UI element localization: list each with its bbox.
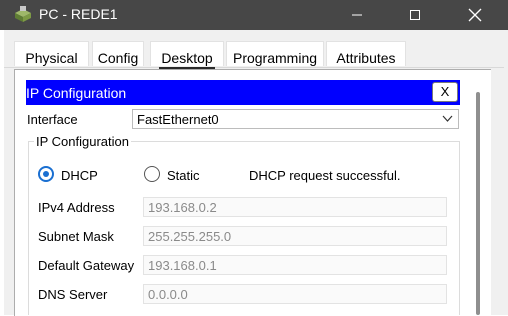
tab-desktop[interactable]: Desktop [150, 41, 224, 69]
dhcp-radio[interactable] [38, 166, 54, 182]
cisco-pc-icon [15, 6, 31, 22]
dhcp-label[interactable]: DHCP [61, 168, 98, 183]
tab-physical[interactable]: Physical [14, 41, 89, 66]
maximize-button[interactable] [392, 0, 438, 30]
ipv4-address-field[interactable]: 193.168.0.2 [143, 197, 447, 217]
subnet-mask-field[interactable]: 255.255.255.0 [143, 226, 447, 246]
default-gateway-label: Default Gateway [38, 258, 135, 273]
tab-attributes[interactable]: Attributes [326, 41, 406, 66]
ipv4-address-label: IPv4 Address [38, 200, 115, 215]
tab-config[interactable]: Config [92, 41, 144, 66]
dns-server-label: DNS Server [38, 287, 108, 302]
ip-config-title: IP Configuration [26, 85, 127, 101]
static-label[interactable]: Static [167, 168, 200, 183]
dns-server-value: 0.0.0.0 [148, 287, 188, 302]
window-title: PC - REDE1 [39, 6, 118, 22]
default-gateway-field[interactable]: 193.168.0.1 [143, 255, 447, 275]
title-bar: PC - REDE1 [0, 0, 508, 30]
tab-strip: Physical Config Desktop Programming Attr… [4, 41, 504, 69]
dns-server-field[interactable]: 0.0.0.0 [143, 284, 447, 304]
subnet-mask-label: Subnet Mask [38, 229, 114, 244]
tab-programming[interactable]: Programming [226, 41, 324, 66]
ip-config-group-title: IP Configuration [34, 134, 131, 149]
vertical-scrollbar[interactable] [476, 92, 480, 315]
interface-label: Interface [27, 112, 78, 127]
ip-config-header: IP Configuration X [26, 80, 460, 105]
interface-select-value: FastEthernet0 [137, 112, 219, 127]
close-icon [468, 8, 482, 22]
close-window-button[interactable] [452, 0, 498, 30]
minimize-button[interactable] [334, 0, 380, 30]
chevron-down-icon [442, 115, 453, 122]
interface-select[interactable]: FastEthernet0 [132, 109, 459, 129]
default-gateway-value: 193.168.0.1 [148, 258, 217, 273]
close-ip-config-button[interactable]: X [432, 82, 458, 102]
dhcp-status-text: DHCP request successful. [249, 168, 401, 183]
static-radio[interactable] [144, 166, 160, 182]
minimize-icon [352, 14, 362, 16]
subnet-mask-value: 255.255.255.0 [148, 229, 232, 244]
maximize-icon [410, 10, 420, 20]
ipv4-address-value: 193.168.0.2 [148, 200, 217, 215]
